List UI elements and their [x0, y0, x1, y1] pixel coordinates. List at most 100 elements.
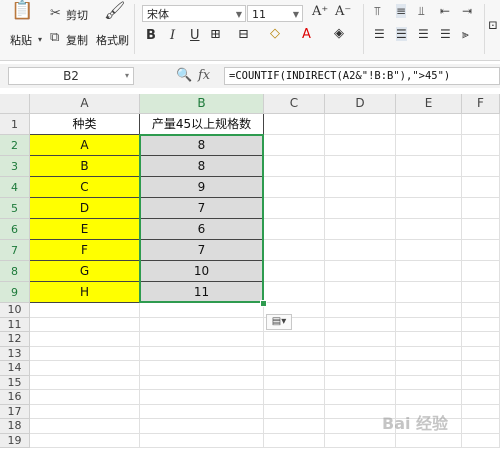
fill-grid-icon[interactable]: ⊟ — [238, 27, 249, 42]
cell-empty[interactable] — [325, 261, 396, 282]
cell-empty[interactable] — [462, 375, 500, 390]
cell-empty[interactable] — [264, 156, 325, 177]
cell-empty[interactable] — [264, 240, 325, 261]
cell-empty[interactable] — [140, 317, 264, 332]
cell-empty[interactable] — [462, 332, 500, 347]
cell-category[interactable]: F — [30, 240, 140, 261]
cell-empty[interactable] — [325, 317, 396, 332]
cell-category[interactable]: B — [30, 156, 140, 177]
cell-empty[interactable] — [30, 303, 140, 318]
cell-empty[interactable] — [396, 332, 462, 347]
cell-empty[interactable] — [462, 135, 500, 156]
cell-empty[interactable] — [462, 156, 500, 177]
row-header-1[interactable]: 1 — [0, 114, 30, 135]
cell-empty[interactable] — [325, 198, 396, 219]
cut-button[interactable]: 剪切 — [66, 7, 88, 23]
row-header-2[interactable]: 2 — [0, 135, 30, 156]
cell-empty[interactable] — [325, 375, 396, 390]
cell-empty[interactable] — [462, 282, 500, 303]
font-name-select[interactable]: 宋体 ▼ — [142, 5, 246, 22]
cell-empty[interactable] — [140, 332, 264, 347]
cell-empty[interactable] — [264, 332, 325, 347]
row-header-7[interactable]: 7 — [0, 240, 30, 261]
cell-empty[interactable] — [325, 361, 396, 376]
cell-empty[interactable] — [462, 198, 500, 219]
cell-empty[interactable] — [30, 404, 140, 419]
font-size-select[interactable]: 11 ▼ — [247, 5, 303, 22]
cell-empty[interactable] — [30, 361, 140, 376]
paste-icon[interactable]: 📋 — [11, 2, 33, 20]
cell-empty[interactable] — [264, 419, 325, 434]
cell-empty[interactable] — [396, 346, 462, 361]
row-header-15[interactable]: 15 — [0, 375, 30, 390]
cell-empty[interactable] — [264, 361, 325, 376]
cell-empty[interactable] — [396, 375, 462, 390]
row-header-17[interactable]: 17 — [0, 404, 30, 419]
cell-empty[interactable] — [325, 156, 396, 177]
cell-empty[interactable] — [325, 433, 396, 448]
paste-button[interactable]: 粘贴 — [10, 32, 32, 48]
column-header-b[interactable]: B — [140, 94, 264, 114]
cell-empty[interactable] — [264, 261, 325, 282]
cell-empty[interactable] — [30, 346, 140, 361]
cell-empty[interactable] — [462, 240, 500, 261]
cell-header-a[interactable]: 种类 — [30, 114, 140, 135]
cell-empty[interactable] — [396, 219, 462, 240]
align-top-icon[interactable]: ⫪ — [374, 4, 381, 19]
cell-empty[interactable] — [396, 317, 462, 332]
cell-empty[interactable] — [396, 303, 462, 318]
cell-empty[interactable] — [264, 219, 325, 240]
format-painter-icon[interactable]: 🖌 — [104, 3, 126, 20]
fx-button[interactable]: fx — [198, 68, 210, 83]
cell-empty[interactable] — [396, 240, 462, 261]
zoom-search-icon[interactable]: 🔍 — [176, 68, 192, 83]
row-header-12[interactable]: 12 — [0, 332, 30, 347]
cell-empty[interactable] — [30, 317, 140, 332]
cell-empty[interactable] — [462, 303, 500, 318]
cell-empty[interactable] — [396, 114, 462, 135]
cell-empty[interactable] — [140, 346, 264, 361]
name-box[interactable]: B2 ▾ — [8, 67, 134, 85]
cell-empty[interactable] — [140, 404, 264, 419]
cell-empty[interactable] — [264, 346, 325, 361]
cell-empty[interactable] — [325, 282, 396, 303]
fill-color-icon[interactable]: ◇ — [270, 26, 280, 41]
cell-category[interactable]: D — [30, 198, 140, 219]
cell-empty[interactable] — [264, 114, 325, 135]
paste-dropdown-icon[interactable]: ▾ — [38, 33, 42, 47]
cell-empty[interactable] — [462, 177, 500, 198]
cell-empty[interactable] — [30, 419, 140, 434]
cell-empty[interactable] — [325, 240, 396, 261]
cell-empty[interactable] — [325, 135, 396, 156]
cell-empty[interactable] — [396, 177, 462, 198]
cell-empty[interactable] — [264, 433, 325, 448]
cell-category[interactable]: G — [30, 261, 140, 282]
format-painter-button[interactable]: 格式刷 — [96, 32, 129, 48]
align-right-icon[interactable]: ☰ — [418, 27, 429, 41]
row-header-6[interactable]: 6 — [0, 219, 30, 240]
font-color-icon[interactable]: A — [302, 27, 311, 42]
underline-button[interactable]: U — [190, 28, 200, 43]
cell-empty[interactable] — [462, 219, 500, 240]
indent-increase-icon[interactable]: ⇥ — [462, 4, 472, 18]
cell-empty[interactable] — [396, 361, 462, 376]
cell-empty[interactable] — [396, 390, 462, 405]
borders-icon[interactable]: ⊞ — [210, 27, 221, 42]
fill-handle[interactable] — [260, 300, 267, 307]
cell-empty[interactable] — [140, 433, 264, 448]
row-header-11[interactable]: 11 — [0, 317, 30, 332]
row-header-13[interactable]: 13 — [0, 346, 30, 361]
row-header-19[interactable]: 19 — [0, 433, 30, 448]
italic-button[interactable]: I — [170, 28, 175, 43]
column-header-e[interactable]: E — [396, 94, 462, 114]
cell-empty[interactable] — [462, 114, 500, 135]
cell-empty[interactable] — [325, 303, 396, 318]
cell-header-b[interactable]: 产量45以上规格数 — [140, 114, 264, 135]
cell-empty[interactable] — [396, 261, 462, 282]
cell-empty[interactable] — [30, 433, 140, 448]
copy-button[interactable]: 复制 — [66, 32, 88, 48]
cell-empty[interactable] — [264, 177, 325, 198]
cell-empty[interactable] — [462, 404, 500, 419]
cell-empty[interactable] — [462, 419, 500, 434]
justify-icon[interactable]: ☰ — [440, 27, 451, 41]
